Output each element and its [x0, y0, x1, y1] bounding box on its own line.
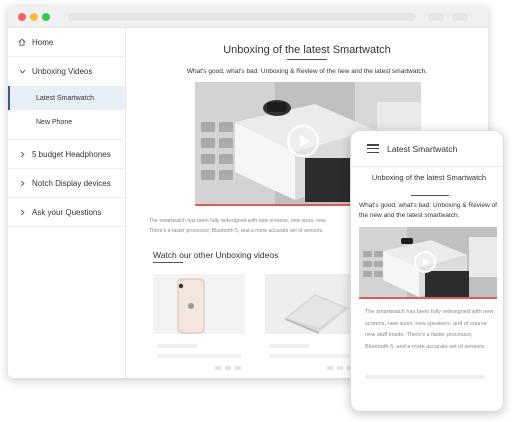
- video-card-title-placeholder: [157, 344, 197, 348]
- sidebar-item-label: Notch Display devices: [32, 178, 111, 188]
- video-card-text-placeholder: [157, 354, 241, 358]
- sidebar-item-label: Ask your Questions: [32, 207, 102, 217]
- home-icon: [16, 38, 28, 46]
- sidebar-item-label: Unboxing Videos: [32, 67, 93, 76]
- sidebar-item-label: Home: [32, 37, 54, 47]
- sidebar-item-home[interactable]: Home: [8, 28, 125, 57]
- play-button[interactable]: [287, 125, 319, 157]
- sidebar-subitem-label: Latest Smartwatch: [36, 94, 94, 102]
- video-card-meta: [337, 366, 343, 370]
- toolbar-button[interactable]: [428, 13, 444, 21]
- sidebar-item-label: 5 budget Headphones: [32, 149, 111, 159]
- video-card-meta: [327, 366, 333, 370]
- video-card-meta: [235, 366, 241, 370]
- page-title: Unboxing of the latest Smartwatch: [223, 44, 391, 56]
- article-text-line: The smartwatch has been fully redesigned…: [149, 218, 326, 224]
- video-card-title-placeholder: [269, 344, 309, 348]
- scroll-indicator[interactable]: [365, 375, 485, 379]
- sidebar-item-budget-headphones[interactable]: 5 budget Headphones: [8, 140, 125, 169]
- close-window-dot[interactable]: [18, 13, 26, 21]
- sidebar-item-notch-display[interactable]: Notch Display devices: [8, 169, 125, 198]
- video-card-thumbnail: [153, 274, 245, 334]
- mobile-page-subtitle: What's good, what's bad: Unboxing & Revi…: [359, 202, 497, 219]
- page-subtitle: What's good, what's bad: Unboxing & Revi…: [186, 68, 428, 75]
- address-bar[interactable]: [68, 13, 416, 21]
- mobile-header-title: Latest Smartwatch: [387, 143, 458, 154]
- play-button[interactable]: [414, 251, 436, 273]
- mobile-title-underline: [411, 195, 449, 196]
- chevron-down-icon: [16, 68, 28, 75]
- video-card-text-placeholder: [269, 354, 353, 358]
- play-icon: [422, 258, 430, 266]
- play-icon: [299, 135, 310, 147]
- mobile-preview: Latest Smartwatch Unboxing of the latest…: [350, 130, 504, 412]
- toolbar-button[interactable]: [452, 13, 468, 21]
- sidebar-subitem-new-phone[interactable]: New Phone: [8, 110, 125, 134]
- sidebar-subitem-latest-smartwatch[interactable]: Latest Smartwatch: [8, 86, 125, 110]
- chevron-right-icon: [16, 209, 28, 216]
- chevron-right-icon: [16, 151, 28, 158]
- video-card-thumbnail: [265, 274, 357, 334]
- article-text-line: There's a faster processor, Bluetooth 5,…: [149, 228, 324, 234]
- sidebar-item-ask-questions[interactable]: Ask your Questions: [8, 198, 125, 227]
- section-underline: [153, 262, 183, 263]
- mobile-header: Latest Smartwatch: [351, 131, 503, 167]
- video-card[interactable]: [265, 274, 357, 374]
- video-card-meta: [225, 366, 231, 370]
- article-text: The smartwatch has been fully redesigned…: [149, 216, 369, 236]
- hamburger-menu-icon[interactable]: [367, 144, 379, 153]
- sidebar-subitem-label: New Phone: [36, 118, 73, 126]
- video-card[interactable]: [153, 274, 245, 374]
- title-underline: [287, 59, 327, 60]
- maximize-window-dot[interactable]: [42, 13, 50, 21]
- mobile-article-text: The smartwatch has been fully redesigned…: [365, 309, 494, 350]
- section-title: Watch our other Unboxing videos: [153, 250, 279, 260]
- video-card-meta: [215, 366, 221, 370]
- sidebar-item-unboxing-videos[interactable]: Unboxing Videos: [8, 57, 125, 86]
- minimize-window-dot[interactable]: [30, 13, 38, 21]
- sidebar-nav: Home Unboxing Videos Latest Smartwatch N…: [8, 28, 126, 378]
- mobile-page-title: Unboxing of the latest Smartwatch: [371, 173, 487, 182]
- chevron-right-icon: [16, 180, 28, 187]
- mobile-video-player[interactable]: [359, 227, 497, 299]
- browser-titlebar: [8, 6, 488, 28]
